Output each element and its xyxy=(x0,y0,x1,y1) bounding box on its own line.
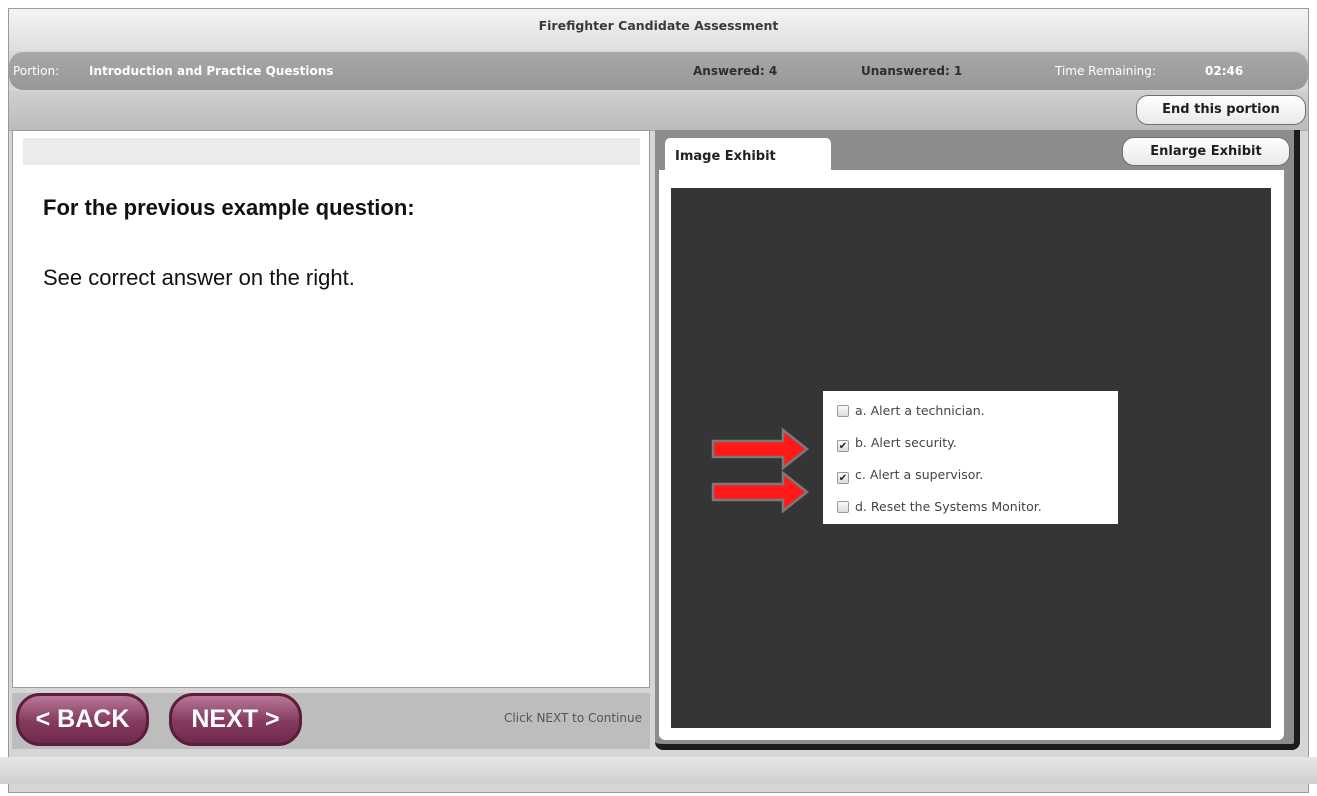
checkbox-icon xyxy=(837,501,849,513)
answer-option: ✔ c. Alert a supervisor. xyxy=(823,460,1118,492)
end-portion-button[interactable]: End this portion xyxy=(1136,95,1306,125)
time-remaining-value: 02:46 xyxy=(1205,64,1244,78)
toolbar: End this portion xyxy=(9,91,1308,131)
next-button[interactable]: NEXT > xyxy=(169,693,302,746)
exhibit-body: a. Alert a technician. ✔ b. Alert securit… xyxy=(659,170,1284,740)
time-remaining-label: Time Remaining: xyxy=(1055,64,1156,78)
answer-option: ✔ b. Alert security. xyxy=(823,428,1118,460)
right-arrow-icon xyxy=(711,470,810,514)
answer-option: d. Reset the Systems Monitor. xyxy=(823,492,1118,524)
right-arrow-icon xyxy=(711,427,810,471)
option-label: c. Alert a supervisor. xyxy=(855,467,984,482)
navigation-bar: < BACK NEXT > Click NEXT to Continue xyxy=(12,693,650,749)
option-label: b. Alert security. xyxy=(855,435,957,450)
checkbox-icon: ✔ xyxy=(837,472,849,484)
option-label: d. Reset the Systems Monitor. xyxy=(855,499,1042,514)
question-text: See correct answer on the right. xyxy=(43,265,355,290)
exhibit-panel: Image Exhibit Enlarge Exhibit a. Alert a… xyxy=(655,130,1300,750)
answer-option: a. Alert a technician. xyxy=(823,396,1118,428)
title-bar: Firefighter Candidate Assessment xyxy=(9,9,1308,51)
exhibit-image: a. Alert a technician. ✔ b. Alert securit… xyxy=(671,188,1271,728)
question-heading: For the previous example question: xyxy=(43,195,415,220)
enlarge-exhibit-button[interactable]: Enlarge Exhibit xyxy=(1122,137,1290,166)
unanswered-count: Unanswered: 1 xyxy=(861,64,963,78)
answered-count: Answered: 4 xyxy=(693,64,778,78)
answer-options: a. Alert a technician. ✔ b. Alert securit… xyxy=(823,391,1118,524)
option-label: a. Alert a technician. xyxy=(855,403,985,418)
continue-hint: Click NEXT to Continue xyxy=(504,711,642,725)
question-panel: For the previous example question: See c… xyxy=(12,130,650,688)
window-title: Firefighter Candidate Assessment xyxy=(538,18,779,33)
portion-name: Introduction and Practice Questions xyxy=(89,64,334,78)
status-bar: Portion: Introduction and Practice Quest… xyxy=(9,52,1308,90)
portion-label: Portion: xyxy=(13,64,60,78)
checkbox-icon: ✔ xyxy=(837,440,849,452)
footer-bar xyxy=(0,757,1317,784)
checkbox-icon xyxy=(837,405,849,417)
question-header-strip xyxy=(23,138,640,165)
back-button[interactable]: < BACK xyxy=(16,693,149,746)
